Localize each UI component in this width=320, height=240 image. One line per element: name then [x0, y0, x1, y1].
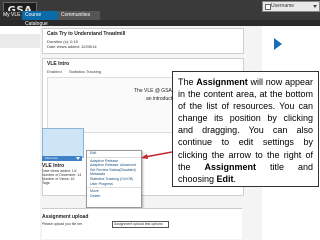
assignment-title[interactable]: Assignment upload [42, 214, 88, 220]
menu-item-edit[interactable]: Edit [87, 151, 141, 156]
callout-seg: The [178, 77, 197, 87]
callout-seg: will now appear in the content area, at … [178, 77, 313, 172]
chevron-down-icon[interactable] [76, 157, 80, 160]
pointer-arrow [141, 151, 172, 159]
catalogue-item-title[interactable]: Cats Try to Understand Treadmill [43, 29, 243, 39]
preview-title: The VLE @ GSA [134, 88, 172, 94]
assignment-options[interactable]: Assignment upload test options [112, 221, 169, 228]
menu-divider [87, 156, 141, 158]
vle-item-meta: Date views added: 14/ Number of December… [42, 169, 82, 185]
vle-tab-enabled[interactable]: Enabled [47, 69, 62, 74]
menu-item-delete[interactable]: Delete [87, 194, 141, 199]
tab-communities[interactable]: Communities [58, 11, 100, 20]
vle-tab-statistics[interactable]: Statistics Tracking [69, 69, 101, 74]
context-menu: Edit Adaptive Release Adaptive Release: … [86, 150, 142, 208]
callout-text: The Assignment will now appear in the co… [173, 72, 318, 189]
thumbnail-label: VLE Intro [45, 156, 58, 160]
callout-bold: Edit [216, 173, 234, 184]
menu-divider [87, 187, 141, 189]
chevron-down-icon [313, 5, 317, 8]
vle-intro-tabs: Enabled Statistics Tracking [47, 69, 107, 74]
catalogue-item-line: Date views added: 12/05/14 [47, 44, 97, 49]
assignment-text: Please upload you file her [42, 222, 83, 226]
left-sidebar [0, 26, 40, 240]
callout-bold: Assignment [196, 77, 248, 87]
vle-thumbnail[interactable] [42, 128, 84, 158]
sidebar-stripe [0, 34, 40, 48]
callout-bold: Assignment [204, 161, 257, 172]
thumbnail-bar[interactable]: VLE Intro [42, 156, 82, 161]
menu-item-user-progress[interactable]: User Progress [87, 182, 141, 187]
user-label: Username [271, 3, 295, 9]
vle-intro-title[interactable]: VLE Intro [43, 59, 243, 69]
assignment-item[interactable]: Assignment upload Please upload you file… [42, 208, 242, 239]
catalogue-item[interactable]: Cats Try to Understand Treadmill Duratio… [42, 28, 244, 54]
instruction-callout: The Assignment will now appear in the co… [172, 71, 319, 187]
callout-seg: . [233, 173, 237, 184]
user-menu[interactable]: Username [262, 1, 320, 12]
arrow-right-icon [274, 38, 282, 50]
meta-line: Tags: [42, 181, 51, 185]
